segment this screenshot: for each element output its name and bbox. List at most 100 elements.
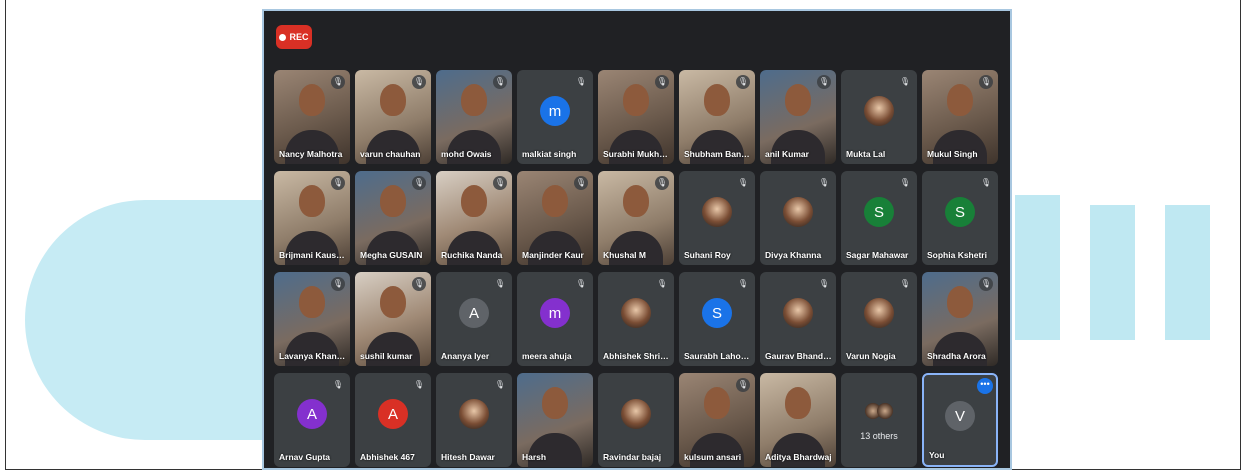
- mic-off-icon: 🎙: [575, 279, 587, 288]
- avatar: A: [378, 399, 408, 429]
- mic-off-icon: 🎙: [736, 378, 750, 392]
- participant-tile[interactable]: 🎙 Surabhi Mukhe...: [598, 70, 674, 164]
- participant-video: [461, 84, 487, 116]
- participant-video: [299, 185, 325, 217]
- participant-tile[interactable]: 🎙 Hitesh Dawar: [436, 373, 512, 467]
- participant-video: [380, 84, 406, 116]
- participant-tile[interactable]: 🎙 Nancy Malhotra: [274, 70, 350, 164]
- mic-off-icon: 🎙: [574, 176, 588, 190]
- participant-video: [623, 84, 649, 116]
- mic-off-icon: 🎙: [979, 75, 993, 89]
- participant-tile[interactable]: 🎙 Ruchika Nanda: [436, 171, 512, 265]
- participant-tile[interactable]: Ravindar bajaj: [598, 373, 674, 467]
- participant-video: [704, 387, 730, 419]
- avatar: [459, 399, 489, 429]
- participant-video: [380, 185, 406, 217]
- participant-tile[interactable]: Aditya Bhardwaj: [760, 373, 836, 467]
- participant-tile[interactable]: 🎙 Shradha Arora: [922, 272, 998, 366]
- participant-name: Megha GUSAIN: [360, 250, 423, 260]
- participant-tile[interactable]: 🎙 Mukul Singh: [922, 70, 998, 164]
- participant-video: [299, 286, 325, 318]
- participant-name: malkiat singh: [522, 149, 577, 159]
- participant-tile[interactable]: 🎙 Lavanya Khand...: [274, 272, 350, 366]
- avatar: [877, 403, 893, 419]
- participant-tile[interactable]: S 🎙 Saurabh Lahoria: [679, 272, 755, 366]
- mic-off-icon: 🎙: [331, 176, 345, 190]
- mic-off-icon: 🎙: [818, 279, 830, 288]
- participant-name: Lavanya Khand...: [279, 351, 346, 361]
- mic-off-icon: 🎙: [493, 75, 507, 89]
- participant-video: [704, 84, 730, 116]
- participant-tile[interactable]: A 🎙 Ananya Iyer: [436, 272, 512, 366]
- more-options-button[interactable]: •••: [977, 378, 993, 394]
- participant-name: Surabhi Mukhe...: [603, 149, 670, 159]
- avatar: m: [540, 298, 570, 328]
- record-dot-icon: [279, 33, 287, 41]
- participant-tile[interactable]: 🎙 Manjinder Kaur: [517, 171, 593, 265]
- mic-off-icon: 🎙: [655, 75, 669, 89]
- participant-tile[interactable]: 🎙 Megha GUSAIN: [355, 171, 431, 265]
- participant-tile[interactable]: 🎙 kulsum ansari: [679, 373, 755, 467]
- watermark-shape: [1015, 195, 1060, 340]
- avatar: [864, 96, 894, 126]
- participant-tile[interactable]: 🎙 Varun Nogia: [841, 272, 917, 366]
- participant-video: [785, 84, 811, 116]
- mic-off-icon: 🎙: [493, 176, 507, 190]
- avatar: [783, 298, 813, 328]
- participant-name: Sophia Kshetri: [927, 250, 987, 260]
- participant-video: [947, 84, 973, 116]
- participant-tile[interactable]: Harsh: [517, 373, 593, 467]
- others-count: 13 others: [860, 431, 898, 441]
- participant-video: [623, 185, 649, 217]
- participant-name: varun chauhan: [360, 149, 421, 159]
- participant-tile[interactable]: 🎙 Suhani Roy: [679, 171, 755, 265]
- avatar: A: [459, 298, 489, 328]
- avatar: S: [702, 298, 732, 328]
- mic-off-icon: 🎙: [899, 178, 911, 187]
- participant-name: kulsum ansari: [684, 452, 742, 462]
- mic-off-icon: 🎙: [332, 380, 344, 389]
- participant-tile[interactable]: 🎙 Brijmani Kaushik: [274, 171, 350, 265]
- participant-tile[interactable]: m 🎙 meera ahuja: [517, 272, 593, 366]
- mic-off-icon: 🎙: [413, 380, 425, 389]
- participant-tile[interactable]: m 🎙 malkiat singh: [517, 70, 593, 164]
- participant-name: Nancy Malhotra: [279, 149, 343, 159]
- participant-tile[interactable]: 🎙 Khushal M: [598, 171, 674, 265]
- participant-tile[interactable]: 🎙 Shubham Bansal: [679, 70, 755, 164]
- participant-tile[interactable]: S 🎙 Sophia Kshetri: [922, 171, 998, 265]
- participant-tile[interactable]: 🎙 sushil kumar: [355, 272, 431, 366]
- participant-video: [461, 185, 487, 217]
- participant-name: Ruchika Nanda: [441, 250, 503, 260]
- participant-tile[interactable]: 🎙 Gaurav Bhandari: [760, 272, 836, 366]
- participant-tile[interactable]: 13 others: [841, 373, 917, 467]
- participant-name: Ananya Iyer: [441, 351, 490, 361]
- mic-off-icon: 🎙: [980, 178, 992, 187]
- participant-tile[interactable]: 🎙 Mukta Lal: [841, 70, 917, 164]
- participant-tile[interactable]: A 🎙 Arnav Gupta: [274, 373, 350, 467]
- participant-tile[interactable]: 🎙 mohd Owais: [436, 70, 512, 164]
- participant-tile[interactable]: V ••• You: [922, 373, 998, 467]
- mic-off-icon: 🎙: [412, 176, 426, 190]
- avatar: [621, 298, 651, 328]
- participant-grid: 🎙 Nancy Malhotra 🎙 varun chauhan 🎙 mohd Owais…: [274, 70, 998, 467]
- avatar: A: [297, 399, 327, 429]
- participant-tile[interactable]: S 🎙 Sagar Mahawar: [841, 171, 917, 265]
- mic-off-icon: 🎙: [737, 279, 749, 288]
- participant-tile[interactable]: 🎙 anil Kumar: [760, 70, 836, 164]
- participant-name: Harsh: [522, 452, 547, 462]
- participant-name: Abhishek Shriv...: [603, 351, 670, 361]
- mic-off-icon: 🎙: [656, 279, 668, 288]
- participant-name: Mukta Lal: [846, 149, 886, 159]
- meeting-window: REC 🎙 Nancy Malhotra 🎙 varun chauhan 🎙 mohd O…: [262, 9, 1012, 470]
- participant-tile[interactable]: 🎙 Abhishek Shriv...: [598, 272, 674, 366]
- watermark-shape: [1165, 205, 1210, 340]
- avatar: [783, 197, 813, 227]
- participant-tile[interactable]: 🎙 varun chauhan: [355, 70, 431, 164]
- avatar: S: [864, 197, 894, 227]
- participant-tile[interactable]: 🎙 Divya Khanna: [760, 171, 836, 265]
- participant-name: sushil kumar: [360, 351, 413, 361]
- participant-name: Mukul Singh: [927, 149, 978, 159]
- mic-off-icon: 🎙: [412, 75, 426, 89]
- participant-tile[interactable]: A 🎙 Abhishek 467: [355, 373, 431, 467]
- mic-off-icon: 🎙: [575, 77, 587, 86]
